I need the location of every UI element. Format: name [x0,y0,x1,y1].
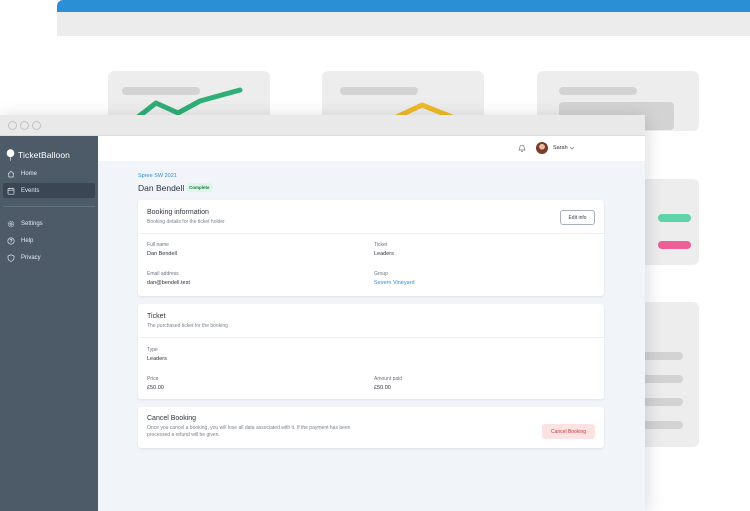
background-placeholder-bar [640,421,683,429]
user-name[interactable]: Sarah [553,145,568,151]
help-icon [7,236,15,245]
gear-icon [7,220,15,227]
shield-icon [7,253,15,262]
page-title: Dan Bendell [138,183,185,193]
price-label: Price [147,376,159,382]
chevron-down-icon[interactable] [569,145,575,151]
card-subtitle: The purchased ticket for the booking [147,323,228,329]
sidebar-item-privacy[interactable]: Privacy [3,250,95,265]
sidebar-item-label: Events [21,187,40,194]
price-value: £50.00 [147,385,164,391]
background-window-toolbar [57,12,750,36]
window-minimize-dot[interactable] [20,121,29,130]
window-maximize-dot[interactable] [32,121,41,130]
card-divider [138,233,604,234]
ticket-card: Ticket The purchased ticket for the book… [138,304,604,399]
brand-logo[interactable]: TicketBalloon [0,136,98,166]
card-subtitle: Booking details for the ticket holder [147,219,225,225]
amount-paid-label: Amount paid [374,376,403,382]
background-placeholder-bar [559,87,637,95]
edit-info-button[interactable]: Edit info [560,210,595,225]
brand-name: TicketBalloon [18,150,71,160]
sidebar-nav: Home Events Settings Help Privacy [0,166,98,265]
app-window: TicketBalloon Home Events Settings Help [0,115,645,511]
background-window [57,0,750,36]
event-link[interactable]: Spree SW 2021 [138,173,177,179]
card-title: Ticket [147,313,166,320]
full-name-value: Dan Bendell [147,251,177,257]
background-placeholder-bar [640,352,683,360]
window-titlebar [0,115,645,136]
cancel-description-line2: processed a refund will be given. [147,432,220,438]
card-title: Booking information [147,209,209,216]
cancel-booking-button[interactable]: Cancel Booking [542,424,595,439]
sidebar: TicketBalloon Home Events Settings Help [0,136,98,511]
background-placeholder-bar [640,375,683,383]
sidebar-item-label: Privacy [21,254,41,261]
card-title: Cancel Booking [147,415,197,422]
background-placeholder-bar [640,398,683,406]
sidebar-item-label: Home [21,170,38,177]
main-content: Spree SW 2021 Dan Bendell Complete Booki… [98,161,645,511]
booking-information-card: Booking information Booking details for … [138,200,604,296]
sidebar-item-events[interactable]: Events [3,183,95,198]
calendar-icon [7,187,15,195]
balloon-icon [6,149,15,161]
home-icon [7,170,15,177]
cancel-description-line1: Once you cancel a booking, you will lose… [147,425,351,431]
group-link[interactable]: Severn Vineyard [374,280,415,286]
ticket-value: Leaders [374,251,394,257]
user-avatar[interactable] [536,142,548,154]
email-label: Email address [147,271,179,277]
sidebar-item-home[interactable]: Home [3,166,95,181]
type-label: Type [147,347,158,353]
sidebar-divider [3,206,95,207]
amount-paid-value: £50.00 [374,385,391,391]
sidebar-item-label: Help [21,237,34,244]
pink-legend-pill [658,241,691,249]
status-badge: Complete [186,183,213,192]
green-legend-pill [658,214,691,222]
bell-icon[interactable] [518,143,526,153]
ticket-label: Ticket [374,242,388,248]
sidebar-item-help[interactable]: Help [3,233,95,248]
type-value: Leaders [147,356,167,362]
sidebar-item-settings[interactable]: Settings [3,216,95,231]
sidebar-item-label: Settings [21,220,43,227]
window-close-dot[interactable] [8,121,17,130]
card-divider [138,337,604,338]
cancel-booking-card: Cancel Booking Once you cancel a booking… [138,407,604,448]
email-value: dan@bendell.test [147,280,190,286]
background-window-accent-bar [57,0,750,12]
top-bar: Sarah [98,136,645,161]
full-name-label: Full name [147,242,169,248]
group-label: Group [374,271,388,277]
